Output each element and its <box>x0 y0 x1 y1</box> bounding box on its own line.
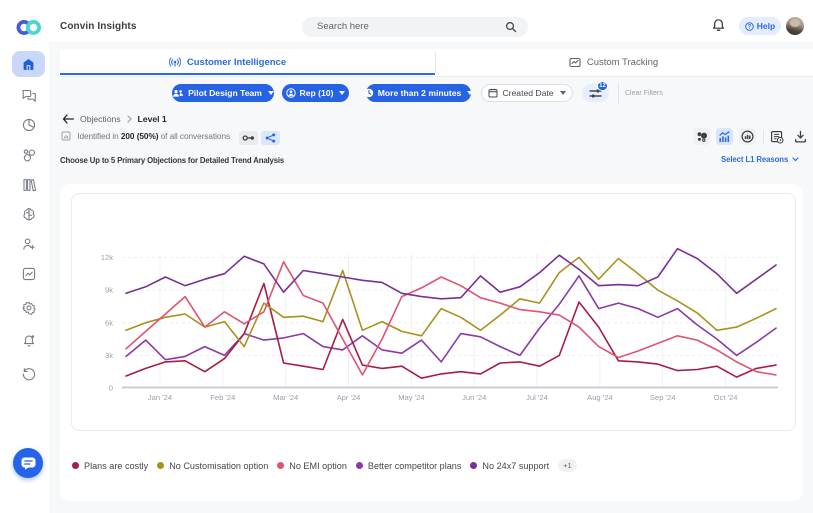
svg-text:0: 0 <box>109 384 113 393</box>
svg-text:Aug '24: Aug '24 <box>587 393 613 402</box>
svg-text:3k: 3k <box>105 351 113 360</box>
svg-text:May '24: May '24 <box>398 393 424 402</box>
svg-text:9k: 9k <box>105 286 113 295</box>
svg-text:Apr '24: Apr '24 <box>337 393 361 402</box>
svg-text:?: ? <box>747 24 751 30</box>
svg-text:Jul '24: Jul '24 <box>526 393 548 402</box>
svg-text:12k: 12k <box>101 253 113 262</box>
svg-text:Sep '24: Sep '24 <box>650 393 676 402</box>
svg-text:6k: 6k <box>105 318 113 327</box>
svg-text:Jan '24: Jan '24 <box>148 393 172 402</box>
svg-text:Feb '24: Feb '24 <box>210 393 235 402</box>
svg-text:Mar '24: Mar '24 <box>273 393 298 402</box>
svg-text:Jun '24: Jun '24 <box>462 393 486 402</box>
svg-text:Oct '24: Oct '24 <box>714 393 738 402</box>
